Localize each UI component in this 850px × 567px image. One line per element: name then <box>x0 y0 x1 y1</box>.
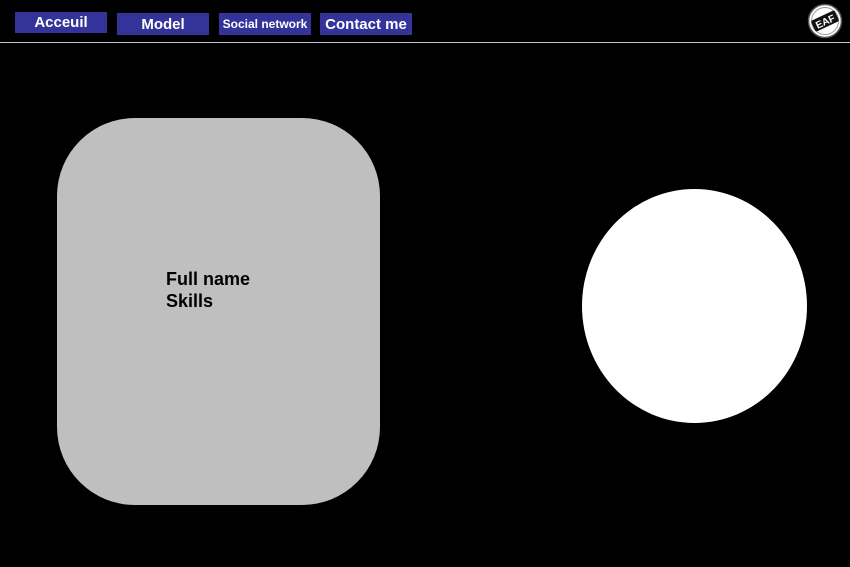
page: Acceuil Model Social network Contact me … <box>0 0 850 567</box>
logo-graphic: EAF <box>807 3 843 39</box>
nav-contact-me-button[interactable]: Contact me <box>320 13 412 35</box>
nav-accueil-button[interactable]: Acceuil <box>15 12 107 33</box>
nav-social-network-button[interactable]: Social network <box>219 13 311 35</box>
eaf-logo-icon[interactable]: EAF <box>807 3 843 39</box>
full-name-label: Full name <box>166 269 251 289</box>
profile-card: Full name Skills <box>57 118 380 505</box>
profile-photo-placeholder <box>582 189 807 423</box>
nav-model-button[interactable]: Model <box>117 13 209 35</box>
skills-label: Skills <box>166 291 214 311</box>
header-divider <box>0 42 850 43</box>
